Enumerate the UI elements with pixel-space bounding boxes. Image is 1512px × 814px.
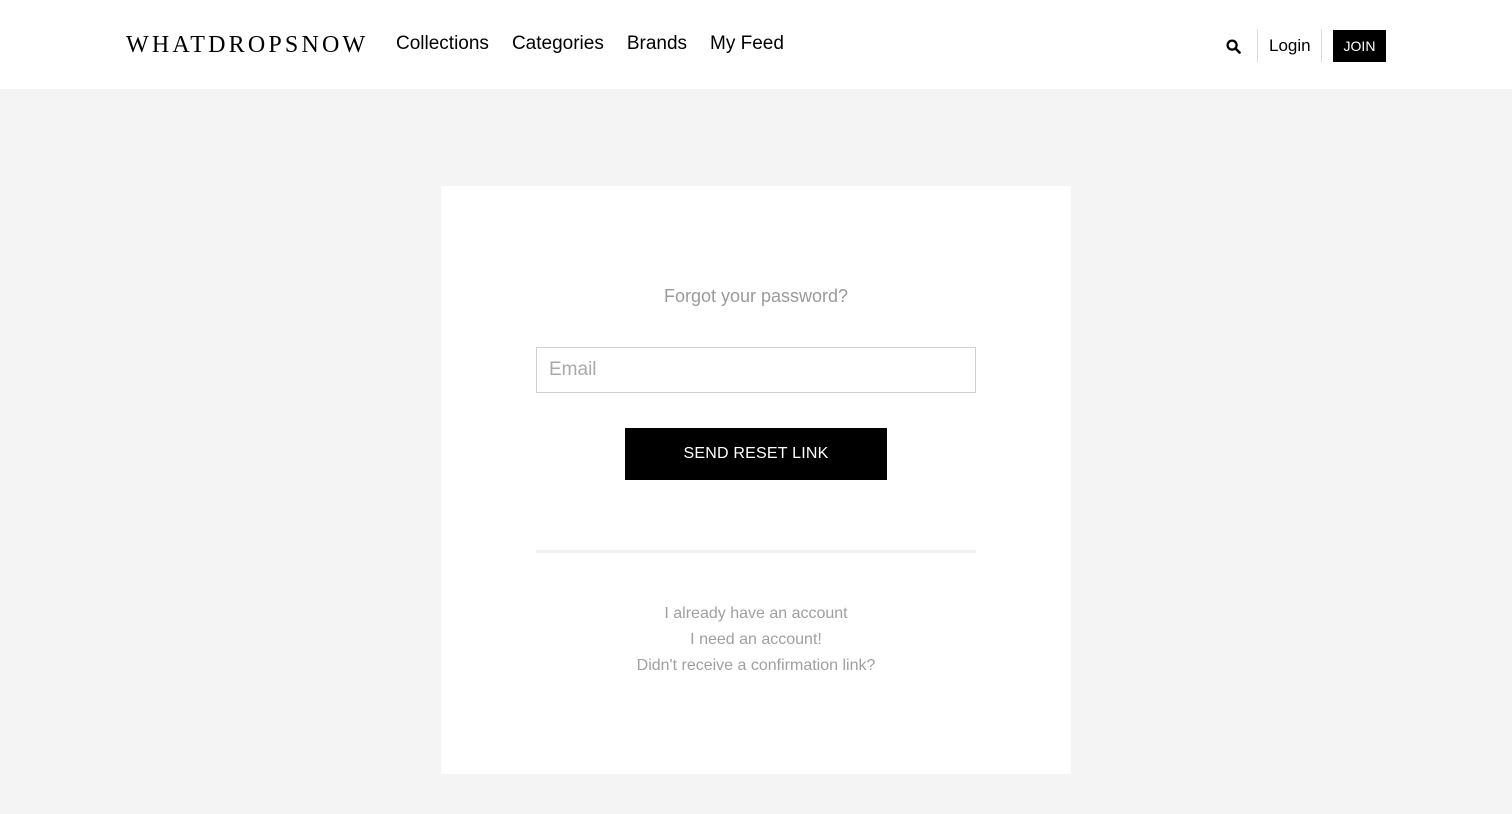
site-logo[interactable]: WHATDROPSNOW (126, 31, 368, 59)
nav-item-brands[interactable]: Brands (627, 32, 687, 56)
header-divider (1257, 29, 1258, 62)
send-reset-link-button[interactable]: SEND RESET LINK (625, 428, 887, 480)
site-header: WHATDROPSNOW Collections Categories Bran… (0, 0, 1512, 89)
main-nav: Collections Categories Brands My Feed (396, 32, 807, 56)
forgot-password-card: Forgot your password? SEND RESET LINK I … (441, 186, 1071, 774)
nav-item-collections[interactable]: Collections (396, 32, 489, 56)
resend-confirmation-link[interactable]: Didn't receive a confirmation link? (441, 653, 1071, 679)
email-field[interactable] (536, 347, 976, 393)
divider (536, 550, 976, 553)
form-title: Forgot your password? (663, 286, 849, 306)
auth-links: I already have an account I need an acco… (441, 601, 1071, 679)
need-account-link[interactable]: I need an account! (441, 627, 1071, 653)
have-account-link[interactable]: I already have an account (441, 601, 1071, 627)
login-link[interactable]: Login (1269, 35, 1311, 57)
nav-item-categories[interactable]: Categories (512, 32, 604, 56)
nav-item-my-feed[interactable]: My Feed (710, 32, 784, 56)
header-divider (1321, 29, 1322, 62)
search-icon (1225, 38, 1241, 54)
search-button[interactable] (1219, 30, 1247, 62)
join-button[interactable]: JOIN (1333, 30, 1386, 62)
